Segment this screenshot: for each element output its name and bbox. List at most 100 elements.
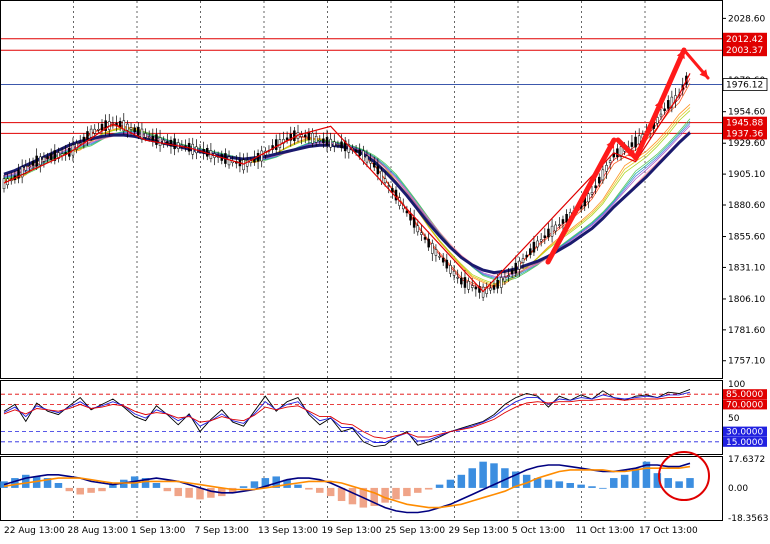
level-label: 1937.36 — [726, 129, 763, 139]
macd-histogram-bar — [65, 487, 74, 492]
candle-body — [474, 286, 478, 290]
y-tick-label: 2028.60 — [728, 14, 765, 24]
candle-body — [666, 100, 670, 109]
candle-body — [590, 192, 594, 195]
candle-body — [547, 228, 550, 238]
candle-body — [42, 157, 46, 162]
candle-body — [278, 139, 282, 148]
candle-body — [137, 126, 140, 136]
candle-body — [601, 169, 605, 181]
candle-body — [496, 279, 499, 289]
level-label: 2003.37 — [726, 46, 763, 56]
candle-body — [340, 141, 343, 149]
candle-body — [376, 165, 380, 175]
candle-body — [387, 185, 390, 187]
candle-body — [31, 161, 35, 166]
current-price-label: 1976.12 — [726, 81, 763, 91]
candle-body — [333, 141, 336, 147]
price-panel-frame — [0, 0, 723, 379]
candle-body — [605, 165, 608, 172]
x-tick-label: 5 Oct 13:00 — [512, 526, 565, 536]
candle-body — [329, 138, 332, 148]
candle-body — [100, 123, 104, 131]
candle-body — [293, 130, 296, 142]
candle-body — [630, 142, 634, 147]
candle-body — [445, 259, 449, 269]
macd-histogram-bar — [664, 478, 672, 488]
candle-body — [227, 156, 231, 166]
candle-body — [158, 137, 162, 146]
oscillator-y-tick-label: 100 — [728, 380, 745, 390]
macd-histogram-bar — [566, 482, 574, 488]
candle-body — [539, 239, 543, 242]
candle-body — [598, 176, 601, 184]
level-label: 2012.42 — [726, 35, 763, 45]
macd-y-tick-label: 0.00 — [728, 484, 748, 494]
candle-body — [456, 276, 459, 279]
macd-histogram-bar — [76, 487, 84, 495]
oscillator-level-label: 30.0000 — [726, 428, 763, 438]
candle-body — [311, 133, 314, 144]
macd-histogram-bar — [54, 482, 63, 488]
candle-body — [93, 128, 96, 134]
candle-body — [420, 232, 423, 235]
candle-body — [558, 224, 561, 226]
macd-histogram-bar — [87, 487, 95, 493]
y-tick-label: 1880.60 — [728, 201, 765, 211]
candle-body — [336, 144, 340, 146]
candle-body — [431, 243, 434, 254]
candle-body — [372, 162, 376, 168]
macd-histogram-bar — [479, 461, 487, 488]
candle-body — [434, 249, 438, 256]
x-tick-label: 7 Sep 13:00 — [195, 526, 250, 536]
macd-histogram-bar — [392, 487, 400, 500]
macd-histogram-bar — [152, 482, 161, 488]
candle-body — [510, 269, 514, 275]
macd-histogram-bar — [305, 487, 313, 490]
candle-body — [492, 285, 496, 290]
oscillator-y-tick-label: 50 — [728, 414, 740, 424]
candle-body — [147, 136, 151, 139]
candle-body — [49, 153, 53, 160]
candle-body — [594, 185, 597, 188]
candle-body — [151, 135, 155, 141]
x-tick-label: 19 Sep 13:00 — [322, 526, 382, 536]
time-axis: 22 Aug 13:00 28 Aug 13:00 1 Sep 13:00 7 Sep… — [4, 526, 698, 536]
candle-body — [550, 225, 554, 237]
x-tick-label: 25 Sep 13:00 — [385, 526, 445, 536]
macd-histogram-bar — [250, 481, 259, 488]
candle-body — [285, 137, 289, 141]
candle-body — [126, 123, 129, 131]
x-tick-label: 1 Sep 13:00 — [131, 526, 186, 536]
candle-body — [78, 142, 82, 144]
candle-body — [118, 120, 122, 128]
candle-body — [529, 248, 532, 255]
macd-y-tick-label: 17.6372 — [728, 455, 765, 465]
y-tick-label: 1929.60 — [728, 139, 765, 149]
y-tick-label: 1757.10 — [728, 357, 765, 367]
oscillator-level-label: 85.0000 — [726, 390, 763, 400]
macd-histogram-bar — [599, 487, 607, 489]
macd-histogram-bar — [468, 468, 476, 488]
macd-histogram-bar — [174, 487, 182, 497]
candle-body — [416, 225, 420, 233]
candle-body — [369, 160, 372, 164]
candle-body — [423, 237, 427, 240]
candle-body — [318, 139, 322, 142]
candle-body — [561, 219, 565, 224]
candle-body — [521, 258, 525, 263]
price-axis: 2028.602003.601979.601954.601929.601905.… — [722, 14, 768, 524]
candle-body — [242, 159, 245, 171]
candle-body — [460, 277, 463, 285]
candle-body — [656, 117, 659, 124]
macd-histogram-bar — [185, 487, 193, 498]
x-tick-label: 13 Sep 13:00 — [258, 526, 318, 536]
candle-body — [274, 139, 278, 150]
candle-body — [543, 235, 547, 239]
macd-histogram-bar — [424, 487, 433, 490]
candle-body — [663, 108, 666, 112]
macd-histogram-bar — [588, 486, 596, 488]
level-label: 1945.88 — [726, 119, 763, 129]
y-tick-label: 1905.10 — [728, 170, 765, 180]
macd-histogram-bar — [348, 487, 357, 505]
